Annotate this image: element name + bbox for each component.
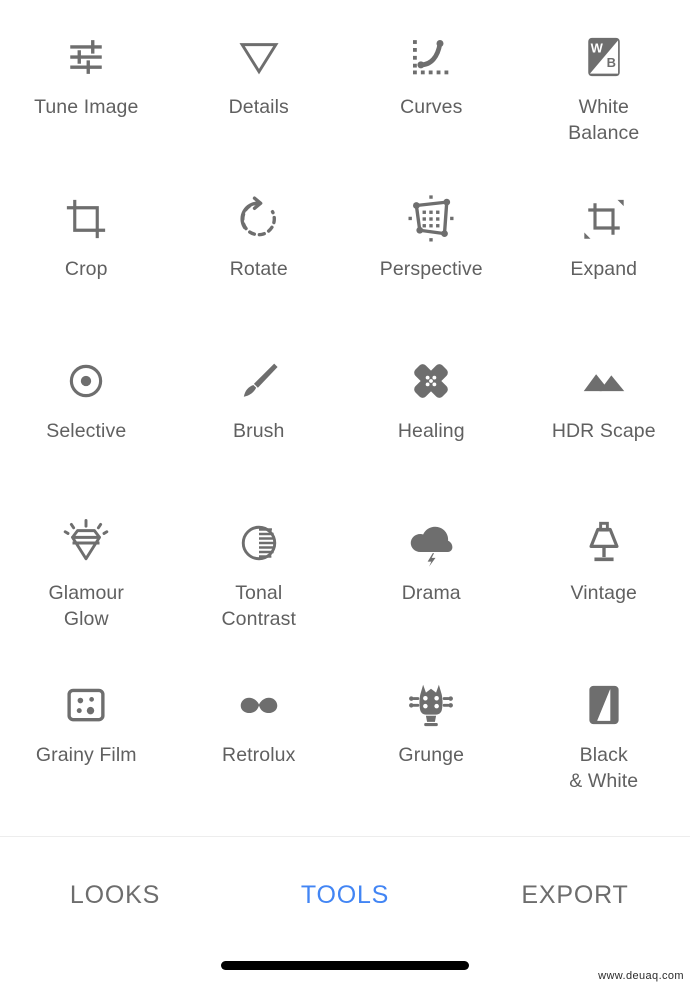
selective-target-icon <box>59 354 113 408</box>
crop-icon <box>59 192 113 246</box>
black-white-icon <box>577 678 631 732</box>
tool-tune-image[interactable]: Tune Image <box>0 12 173 174</box>
mountains-icon <box>577 354 631 408</box>
tool-glamour-glow[interactable]: Glamour Glow <box>0 498 173 660</box>
tool-label: Details <box>228 96 289 118</box>
tool-label: Tune Image <box>34 96 139 118</box>
tool-label: White Balance <box>568 96 640 144</box>
expand-icon <box>577 192 631 246</box>
tool-grainy-film[interactable]: Grainy Film <box>0 660 173 822</box>
brush-icon <box>232 354 286 408</box>
tool-retrolux[interactable]: Retrolux <box>173 660 346 822</box>
perspective-icon <box>404 192 458 246</box>
tool-rotate[interactable]: Rotate <box>173 174 346 336</box>
tool-perspective[interactable]: Perspective <box>345 174 518 336</box>
snapseed-tools-screen: Tune Image Details Curves W B White Balance Cr… <box>0 0 690 986</box>
tool-expand[interactable]: Expand <box>518 174 690 336</box>
tool-label: Grainy Film <box>35 744 137 766</box>
white-balance-icon: WB <box>577 30 631 84</box>
tool-label: HDR Scape <box>551 420 656 442</box>
tool-selective[interactable]: Selective <box>0 336 173 498</box>
tool-vintage[interactable]: Vintage <box>518 498 690 660</box>
bottom-tab-bar: LOOKS TOOLS EXPORT <box>0 836 690 954</box>
tool-black-white[interactable]: Black & White <box>518 660 690 822</box>
sliders-icon <box>59 30 113 84</box>
tool-label: Brush <box>233 420 285 442</box>
guitar-headstock-icon <box>404 678 458 732</box>
lamp-icon <box>577 516 631 570</box>
tools-scroll-area[interactable]: Tune Image Details Curves W B White Balance Cr… <box>0 0 690 836</box>
tools-grid: Tune Image Details Curves W B White Balance Cr… <box>0 0 690 822</box>
tool-label: Healing <box>397 420 465 442</box>
tool-label: Selective <box>46 420 127 442</box>
tool-details[interactable]: Details <box>173 12 346 174</box>
tool-brush[interactable]: Brush <box>173 336 346 498</box>
tool-label: Grunge <box>398 744 465 766</box>
tool-label: Perspective <box>379 258 483 280</box>
tool-label: Drama <box>401 582 461 604</box>
svg-text:B: B <box>606 55 615 70</box>
diamond-sparkle-icon <box>59 516 113 570</box>
rotate-icon <box>232 192 286 246</box>
watermark: www.deuaq.com <box>598 970 684 982</box>
tab-tools[interactable]: TOOLS <box>230 881 460 910</box>
tool-label: Curves <box>400 96 463 118</box>
svg-text:W: W <box>590 41 603 56</box>
tool-label: Rotate <box>229 258 288 280</box>
grain-square-icon <box>59 678 113 732</box>
storm-cloud-icon <box>404 516 458 570</box>
tool-tonal-contrast[interactable]: Tonal Contrast <box>173 498 346 660</box>
tool-label: Black & White <box>569 744 639 792</box>
tool-label: Crop <box>64 258 108 280</box>
tab-export[interactable]: EXPORT <box>460 881 690 910</box>
healing-bandage-icon <box>404 354 458 408</box>
triangle-down-icon <box>232 30 286 84</box>
tab-looks[interactable]: LOOKS <box>0 881 230 910</box>
moustache-icon <box>232 678 286 732</box>
tool-label: Tonal Contrast <box>221 582 296 630</box>
tool-curves[interactable]: Curves <box>345 12 518 174</box>
tool-crop[interactable]: Crop <box>0 174 173 336</box>
home-indicator[interactable] <box>221 961 469 970</box>
tool-drama[interactable]: Drama <box>345 498 518 660</box>
tool-label: Glamour Glow <box>48 582 124 630</box>
tool-hdr-scape[interactable]: HDR Scape <box>518 336 690 498</box>
tool-healing[interactable]: Healing <box>345 336 518 498</box>
tool-label: Retrolux <box>222 744 296 766</box>
contrast-circle-icon <box>232 516 286 570</box>
tool-white-balance[interactable]: W B White Balance <box>518 12 690 174</box>
home-indicator-area <box>0 954 690 986</box>
tool-label: Expand <box>570 258 638 280</box>
tool-grunge[interactable]: Grunge <box>345 660 518 822</box>
tool-label: Vintage <box>570 582 637 604</box>
curves-icon <box>404 30 458 84</box>
